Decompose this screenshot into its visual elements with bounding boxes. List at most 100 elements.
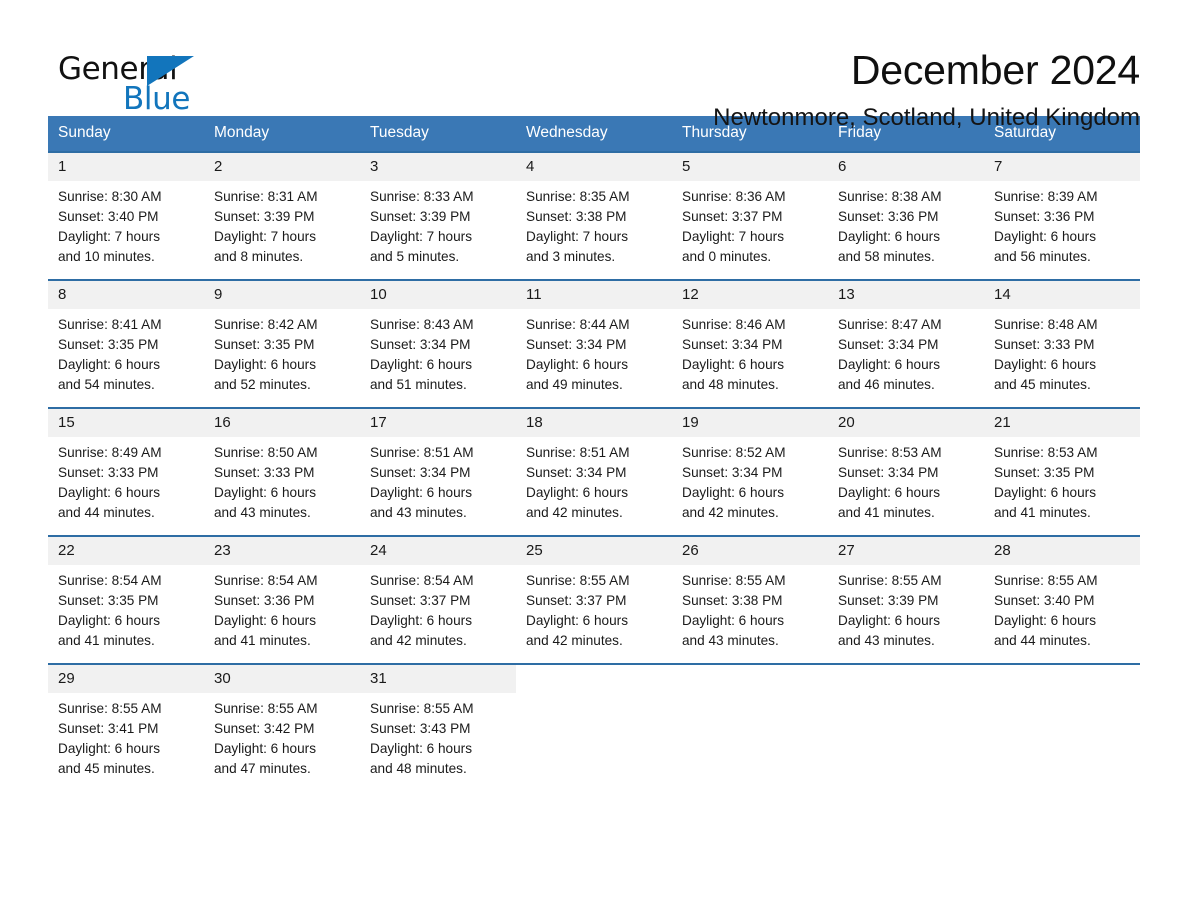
day-number[interactable]: 2 <box>204 153 360 181</box>
weekday-header-monday: Monday <box>214 124 270 141</box>
calendar-week-row: 8 9 10 11 12 13 14 Sunrise: 8:41 AM Suns… <box>48 279 1140 407</box>
day-number[interactable]: 19 <box>672 409 828 437</box>
daylight-text-line1: Daylight: 6 hours <box>994 485 1097 500</box>
day-cell[interactable]: Sunrise: 8:51 AM Sunset: 3:34 PM Dayligh… <box>360 437 516 535</box>
sunrise-text: Sunrise: 8:48 AM <box>994 317 1098 332</box>
day-cell[interactable]: Sunrise: 8:55 AM Sunset: 3:42 PM Dayligh… <box>204 693 360 791</box>
day-number[interactable]: 16 <box>204 409 360 437</box>
day-number[interactable]: 17 <box>360 409 516 437</box>
daylight-text-line1: Daylight: 6 hours <box>682 485 785 500</box>
daylight-text-line1: Daylight: 6 hours <box>370 357 473 372</box>
daylight-text-line1: Daylight: 6 hours <box>526 357 629 372</box>
day-cell[interactable]: Sunrise: 8:55 AM Sunset: 3:38 PM Dayligh… <box>672 565 828 663</box>
day-cell[interactable]: Sunrise: 8:55 AM Sunset: 3:40 PM Dayligh… <box>984 565 1140 663</box>
daylight-text-line1: Daylight: 6 hours <box>58 741 161 756</box>
day-cell[interactable]: Sunrise: 8:51 AM Sunset: 3:34 PM Dayligh… <box>516 437 672 535</box>
daylight-text-line2: and 43 minutes. <box>370 505 467 520</box>
day-number[interactable]: 4 <box>516 153 672 181</box>
sunrise-text: Sunrise: 8:54 AM <box>58 573 162 588</box>
daylight-text-line2: and 56 minutes. <box>994 249 1091 264</box>
sunrise-text: Sunrise: 8:55 AM <box>994 573 1098 588</box>
day-number[interactable]: 15 <box>48 409 204 437</box>
sunset-text: Sunset: 3:36 PM <box>214 593 315 608</box>
day-cell[interactable]: Sunrise: 8:42 AM Sunset: 3:35 PM Dayligh… <box>204 309 360 407</box>
day-number[interactable]: 22 <box>48 537 204 565</box>
day-cell[interactable]: Sunrise: 8:38 AM Sunset: 3:36 PM Dayligh… <box>828 181 984 279</box>
day-number[interactable]: 9 <box>204 281 360 309</box>
day-number-empty <box>516 665 672 693</box>
day-cell[interactable]: Sunrise: 8:43 AM Sunset: 3:34 PM Dayligh… <box>360 309 516 407</box>
day-number[interactable]: 1 <box>48 153 204 181</box>
day-cell[interactable]: Sunrise: 8:30 AM Sunset: 3:40 PM Dayligh… <box>48 181 204 279</box>
day-number[interactable]: 7 <box>984 153 1140 181</box>
sunset-text: Sunset: 3:34 PM <box>526 337 627 352</box>
day-number[interactable]: 26 <box>672 537 828 565</box>
sunset-text: Sunset: 3:39 PM <box>838 593 939 608</box>
day-number[interactable]: 11 <box>516 281 672 309</box>
day-cell[interactable]: Sunrise: 8:55 AM Sunset: 3:39 PM Dayligh… <box>828 565 984 663</box>
day-number[interactable]: 8 <box>48 281 204 309</box>
daylight-text-line2: and 48 minutes. <box>370 761 467 776</box>
day-number[interactable]: 30 <box>204 665 360 693</box>
day-cell[interactable]: Sunrise: 8:36 AM Sunset: 3:37 PM Dayligh… <box>672 181 828 279</box>
calendar-week-row: 22 23 24 25 26 27 28 Sunrise: 8:54 AM Su… <box>48 535 1140 663</box>
day-number[interactable]: 20 <box>828 409 984 437</box>
day-cell[interactable]: Sunrise: 8:46 AM Sunset: 3:34 PM Dayligh… <box>672 309 828 407</box>
day-cell[interactable]: Sunrise: 8:48 AM Sunset: 3:33 PM Dayligh… <box>984 309 1140 407</box>
daylight-text-line1: Daylight: 6 hours <box>214 741 317 756</box>
day-cell[interactable]: Sunrise: 8:54 AM Sunset: 3:37 PM Dayligh… <box>360 565 516 663</box>
day-cell[interactable]: Sunrise: 8:55 AM Sunset: 3:41 PM Dayligh… <box>48 693 204 791</box>
daylight-text-line1: Daylight: 6 hours <box>370 613 473 628</box>
day-cell[interactable]: Sunrise: 8:41 AM Sunset: 3:35 PM Dayligh… <box>48 309 204 407</box>
sunset-text: Sunset: 3:37 PM <box>370 593 471 608</box>
sunset-text: Sunset: 3:37 PM <box>526 593 627 608</box>
day-cell[interactable]: Sunrise: 8:54 AM Sunset: 3:36 PM Dayligh… <box>204 565 360 663</box>
sunset-text: Sunset: 3:34 PM <box>682 337 783 352</box>
day-number[interactable]: 24 <box>360 537 516 565</box>
day-number[interactable]: 21 <box>984 409 1140 437</box>
sunrise-text: Sunrise: 8:55 AM <box>370 701 474 716</box>
day-number[interactable]: 27 <box>828 537 984 565</box>
sunset-text: Sunset: 3:35 PM <box>58 337 159 352</box>
sunrise-text: Sunrise: 8:54 AM <box>214 573 318 588</box>
day-number[interactable]: 6 <box>828 153 984 181</box>
day-cell[interactable]: Sunrise: 8:33 AM Sunset: 3:39 PM Dayligh… <box>360 181 516 279</box>
day-cell[interactable]: Sunrise: 8:52 AM Sunset: 3:34 PM Dayligh… <box>672 437 828 535</box>
day-number[interactable]: 18 <box>516 409 672 437</box>
day-number[interactable]: 31 <box>360 665 516 693</box>
day-cell[interactable]: Sunrise: 8:53 AM Sunset: 3:34 PM Dayligh… <box>828 437 984 535</box>
day-number[interactable]: 3 <box>360 153 516 181</box>
day-cell[interactable]: Sunrise: 8:55 AM Sunset: 3:37 PM Dayligh… <box>516 565 672 663</box>
sunset-text: Sunset: 3:38 PM <box>682 593 783 608</box>
daylight-text-line2: and 51 minutes. <box>370 377 467 392</box>
daylight-text-line2: and 43 minutes. <box>214 505 311 520</box>
day-cell[interactable]: Sunrise: 8:47 AM Sunset: 3:34 PM Dayligh… <box>828 309 984 407</box>
day-number[interactable]: 14 <box>984 281 1140 309</box>
day-cell[interactable]: Sunrise: 8:39 AM Sunset: 3:36 PM Dayligh… <box>984 181 1140 279</box>
day-cell[interactable]: Sunrise: 8:53 AM Sunset: 3:35 PM Dayligh… <box>984 437 1140 535</box>
daylight-text-line1: Daylight: 6 hours <box>682 613 785 628</box>
day-number[interactable]: 12 <box>672 281 828 309</box>
daylight-text-line2: and 52 minutes. <box>214 377 311 392</box>
day-number[interactable]: 13 <box>828 281 984 309</box>
daylight-text-line2: and 47 minutes. <box>214 761 311 776</box>
sunset-text: Sunset: 3:38 PM <box>526 209 627 224</box>
day-cell[interactable]: Sunrise: 8:54 AM Sunset: 3:35 PM Dayligh… <box>48 565 204 663</box>
day-number[interactable]: 23 <box>204 537 360 565</box>
daylight-text-line2: and 45 minutes. <box>994 377 1091 392</box>
daylight-text-line2: and 48 minutes. <box>682 377 779 392</box>
day-cell[interactable]: Sunrise: 8:44 AM Sunset: 3:34 PM Dayligh… <box>516 309 672 407</box>
day-cell[interactable]: Sunrise: 8:55 AM Sunset: 3:43 PM Dayligh… <box>360 693 516 791</box>
day-cell[interactable]: Sunrise: 8:31 AM Sunset: 3:39 PM Dayligh… <box>204 181 360 279</box>
day-cell[interactable]: Sunrise: 8:49 AM Sunset: 3:33 PM Dayligh… <box>48 437 204 535</box>
generalblue-logo[interactable]: General Blue <box>48 46 208 122</box>
sunrise-text: Sunrise: 8:55 AM <box>214 701 318 716</box>
day-number[interactable]: 5 <box>672 153 828 181</box>
day-cell[interactable]: Sunrise: 8:35 AM Sunset: 3:38 PM Dayligh… <box>516 181 672 279</box>
sunset-text: Sunset: 3:41 PM <box>58 721 159 736</box>
day-number[interactable]: 10 <box>360 281 516 309</box>
day-number[interactable]: 29 <box>48 665 204 693</box>
day-number[interactable]: 28 <box>984 537 1140 565</box>
day-number[interactable]: 25 <box>516 537 672 565</box>
day-cell[interactable]: Sunrise: 8:50 AM Sunset: 3:33 PM Dayligh… <box>204 437 360 535</box>
